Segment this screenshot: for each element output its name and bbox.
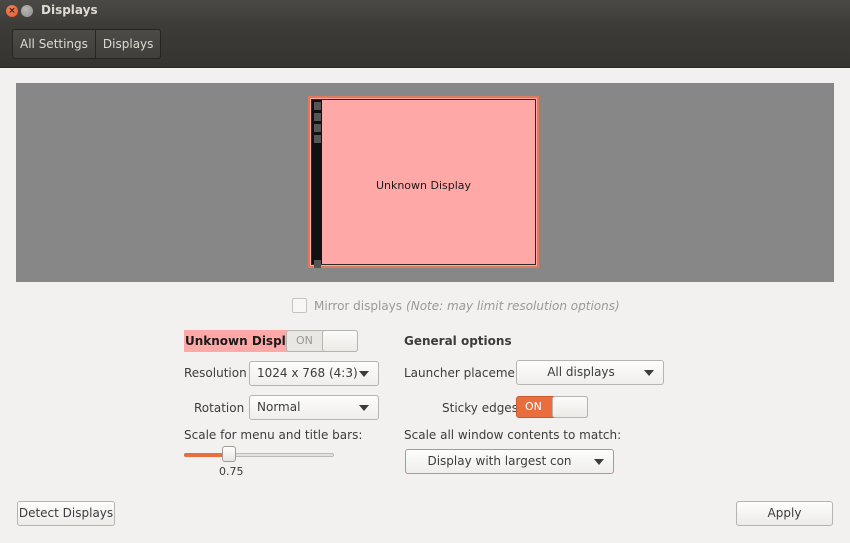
general-options-heading: General options bbox=[404, 334, 512, 348]
mirror-displays-note: (Note: may limit resolution options) bbox=[406, 298, 620, 313]
toolbar: All Settings Displays bbox=[0, 22, 850, 68]
launcher-icon bbox=[314, 124, 321, 132]
launcher-icon bbox=[314, 102, 321, 110]
display-power-switch-label: ON bbox=[296, 334, 313, 347]
title-bar: × Displays bbox=[0, 0, 850, 22]
monitor-screen: Unknown Display bbox=[311, 99, 536, 268]
rotation-value: Normal bbox=[257, 400, 301, 414]
rotation-label: Rotation bbox=[194, 401, 245, 415]
selected-display-name: Unknown Display bbox=[184, 330, 303, 352]
launcher-trash-icon bbox=[314, 260, 321, 268]
scale-all-value: Display with largest con bbox=[427, 454, 572, 468]
chevron-down-icon bbox=[359, 405, 369, 411]
monitor-label: Unknown Display bbox=[375, 179, 472, 192]
chevron-down-icon bbox=[644, 370, 654, 376]
scale-value: 0.75 bbox=[219, 465, 244, 478]
display-power-switch[interactable]: ON bbox=[286, 330, 358, 352]
mirror-displays-label: Mirror displays bbox=[314, 298, 403, 313]
close-icon: × bbox=[8, 6, 16, 16]
mirror-displays-row: Mirror displays (Note: may limit resolut… bbox=[292, 298, 620, 313]
breadcrumb: All Settings Displays bbox=[12, 29, 162, 59]
window-title: Displays bbox=[41, 3, 98, 17]
sticky-edges-switch-label: ON bbox=[525, 400, 542, 413]
monitor-preview[interactable]: Unknown Display bbox=[308, 96, 539, 268]
scale-menu-label: Scale for menu and title bars: bbox=[184, 428, 363, 442]
resolution-value: 1024 x 768 (4:3) bbox=[257, 366, 358, 380]
scale-all-dropdown[interactable]: Display with largest con bbox=[405, 449, 614, 474]
resolution-label: Resolution bbox=[184, 366, 247, 380]
launcher-placement-label: Launcher placement bbox=[404, 366, 528, 380]
switch-knob bbox=[552, 396, 588, 418]
rotation-dropdown[interactable]: Normal bbox=[249, 395, 379, 420]
apply-button[interactable]: Apply bbox=[736, 501, 833, 526]
switch-knob bbox=[322, 330, 358, 352]
chevron-down-icon bbox=[359, 371, 369, 377]
breadcrumb-displays[interactable]: Displays bbox=[94, 30, 160, 58]
scale-all-label: Scale all window contents to match: bbox=[404, 428, 622, 442]
sticky-edges-label: Sticky edges bbox=[442, 401, 518, 415]
mirror-displays-checkbox[interactable] bbox=[292, 298, 307, 313]
launcher-placement-dropdown[interactable]: All displays bbox=[516, 360, 664, 385]
sticky-edges-switch[interactable]: ON bbox=[516, 396, 588, 418]
chevron-down-icon bbox=[594, 459, 604, 465]
launcher-placement-value: All displays bbox=[547, 365, 615, 379]
breadcrumb-all-settings[interactable]: All Settings bbox=[13, 30, 95, 58]
scale-slider-handle[interactable] bbox=[222, 446, 236, 462]
minimize-window-button[interactable] bbox=[21, 5, 33, 17]
resolution-dropdown[interactable]: 1024 x 768 (4:3) bbox=[249, 361, 379, 386]
close-window-button[interactable]: × bbox=[6, 5, 18, 17]
detect-displays-button[interactable]: Detect Displays bbox=[17, 501, 115, 526]
launcher-icon bbox=[314, 135, 321, 143]
launcher-icon bbox=[314, 113, 321, 121]
